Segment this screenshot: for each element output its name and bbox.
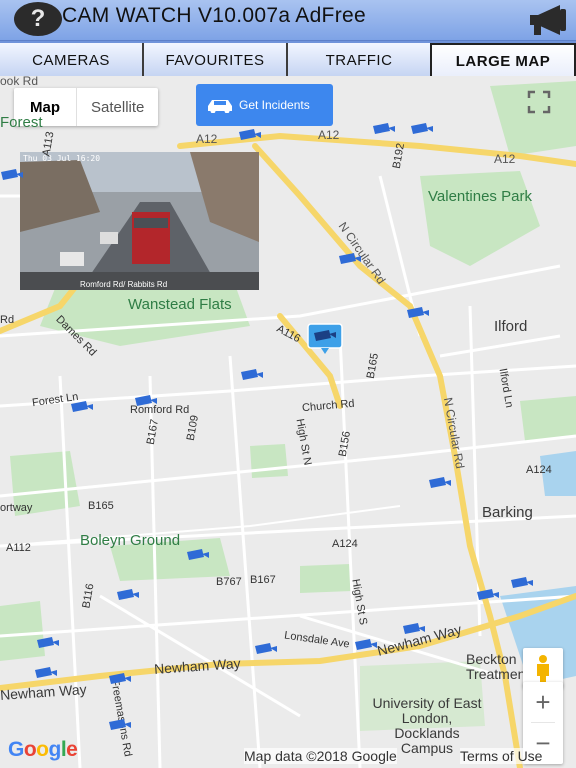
megaphone-icon[interactable] bbox=[526, 3, 570, 37]
camera-pin-icon[interactable] bbox=[410, 122, 434, 136]
camera-pin-icon[interactable] bbox=[240, 368, 264, 382]
road-label: A12 bbox=[494, 152, 516, 166]
camera-pin-icon[interactable] bbox=[354, 638, 378, 652]
camera-pin-icon[interactable] bbox=[402, 622, 426, 636]
camera-pin-icon[interactable] bbox=[0, 168, 24, 182]
road-label: B167 bbox=[250, 574, 276, 586]
edge-label: ortway bbox=[0, 502, 33, 514]
road-label: B165 bbox=[88, 500, 114, 512]
camera-pin-icon[interactable] bbox=[372, 122, 396, 136]
camera-pin-icon[interactable] bbox=[476, 588, 500, 602]
camera-pin-icon[interactable] bbox=[134, 394, 158, 408]
camera-pin-icon[interactable] bbox=[36, 636, 60, 650]
selected-camera-marker-icon[interactable] bbox=[307, 323, 343, 355]
get-incidents-label: Get Incidents bbox=[239, 98, 310, 112]
map-attribution: Map data ©2018 Google bbox=[244, 748, 397, 764]
camera-pin-icon[interactable] bbox=[34, 666, 58, 680]
tab-large-map[interactable]: LARGE MAP bbox=[430, 43, 576, 77]
camera-preview[interactable]: Thu 03 Jul 16:20 Romford Rd/ Rabbits Rd bbox=[20, 152, 259, 290]
tab-cameras[interactable]: CAMERAS bbox=[0, 43, 142, 77]
terms-of-use-link[interactable]: Terms of Use bbox=[460, 748, 543, 764]
place-label: Valentines Park bbox=[428, 188, 532, 205]
tab-traffic[interactable]: TRAFFIC bbox=[286, 43, 430, 77]
camera-pin-icon[interactable] bbox=[406, 306, 430, 320]
road-label: A12 bbox=[318, 128, 340, 142]
app-title: CAM WATCH V10.007a AdFree bbox=[62, 4, 366, 27]
tab-bar: CAMERAS FAVOURITES TRAFFIC LARGE MAP bbox=[0, 40, 576, 78]
road-label: A112 bbox=[6, 542, 31, 554]
tab-favourites[interactable]: FAVOURITES bbox=[142, 43, 286, 77]
camera-pin-icon[interactable] bbox=[428, 476, 452, 490]
camera-image bbox=[20, 152, 259, 290]
camera-pin-icon[interactable] bbox=[70, 400, 94, 414]
place-label: Barking bbox=[482, 504, 533, 521]
get-incidents-button[interactable]: Get Incidents bbox=[196, 84, 333, 126]
place-label: Boleyn Ground bbox=[80, 532, 181, 549]
camera-timestamp: Thu 03 Jul 16:20 bbox=[23, 154, 101, 163]
google-logo: Google bbox=[8, 738, 78, 761]
road-label: Rd bbox=[0, 314, 15, 326]
help-button[interactable]: ? bbox=[14, 2, 62, 36]
camera-pin-icon[interactable] bbox=[108, 718, 132, 732]
camera-pin-icon[interactable] bbox=[116, 588, 140, 602]
place-label: Wanstead Flats bbox=[128, 296, 232, 313]
camera-pin-icon[interactable] bbox=[108, 672, 132, 686]
road-label: A12 bbox=[196, 132, 218, 146]
camera-pin-icon[interactable] bbox=[338, 252, 362, 266]
place-label: University of East London, Docklands Cam… bbox=[372, 695, 482, 756]
edge-label: ook Rd bbox=[0, 76, 39, 88]
camera-pin-icon[interactable] bbox=[238, 128, 262, 142]
map-view[interactable]: Map Satellite Get Incidents Thu 03 Jul 1… bbox=[0, 76, 576, 768]
place-label: Ilford bbox=[494, 318, 528, 335]
camera-caption: Romford Rd/ Rabbits Rd bbox=[80, 280, 168, 289]
map-type-satellite[interactable]: Satellite bbox=[77, 88, 158, 126]
camera-pin-icon[interactable] bbox=[510, 576, 534, 590]
road-label: A124 bbox=[332, 538, 358, 550]
zoom-in-button[interactable]: + bbox=[523, 682, 563, 722]
road-label: A124 bbox=[526, 464, 552, 476]
camera-pin-icon[interactable] bbox=[186, 548, 210, 562]
road-label: B767 bbox=[216, 576, 242, 588]
camera-pin-icon[interactable] bbox=[254, 642, 278, 656]
car-icon bbox=[208, 100, 232, 113]
fullscreen-icon[interactable] bbox=[521, 84, 557, 120]
edge-label: Forest bbox=[0, 114, 43, 131]
title-bar: ? CAM WATCH V10.007a AdFree bbox=[0, 0, 576, 40]
